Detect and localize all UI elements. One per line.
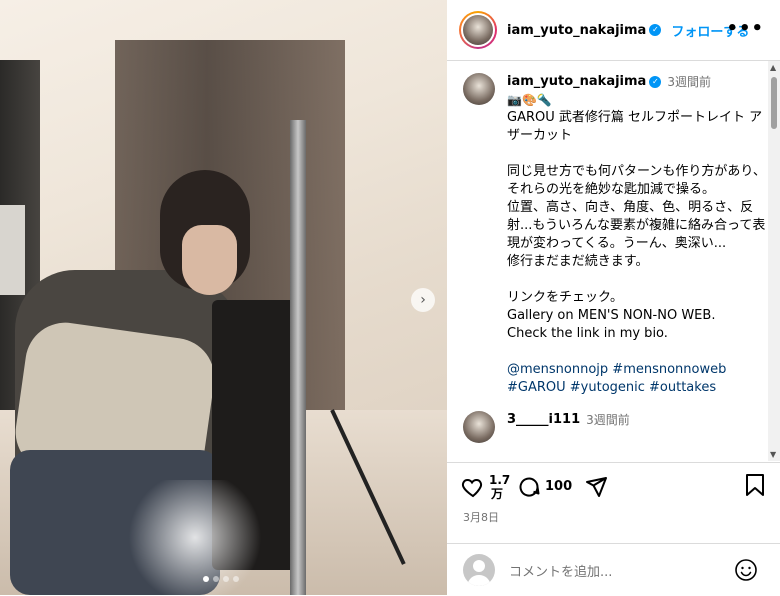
verified-badge-icon: ✓ <box>649 24 662 36</box>
carousel-dot <box>233 576 239 582</box>
like-count[interactable]: 1.7 万 <box>489 473 510 501</box>
rack-panel <box>0 205 25 295</box>
avatar[interactable] <box>463 411 495 443</box>
caption-username[interactable]: iam_yuto_nakajima <box>507 73 646 91</box>
caption-text: GAROU 武者修行篇 セルフポートレイト アザーカット 同じ見せ方でも何パター… <box>507 110 766 341</box>
carousel-dot <box>213 576 219 582</box>
carousel-indicator <box>203 576 239 582</box>
verified-badge-icon: ✓ <box>649 76 662 88</box>
avatar <box>463 15 493 45</box>
avatar[interactable] <box>463 73 495 105</box>
story-ring[interactable] <box>459 11 497 49</box>
post-image[interactable]: › <box>0 0 447 595</box>
add-comment-bar: コメントを追加... <box>447 543 780 596</box>
comments-section[interactable]: iam_yuto_nakajima ✓ 3週間前 📷🎨🔦 GAROU 武者修行篇… <box>447 61 780 461</box>
comments-scrollbar[interactable]: ▲ ▼ <box>768 61 780 461</box>
next-slide-button[interactable]: › <box>411 288 435 312</box>
post-date[interactable]: 3月8日 <box>447 501 780 525</box>
comment-item: 3_____i111 3週間前 <box>447 397 780 443</box>
current-user-avatar <box>463 554 495 586</box>
comment-time[interactable]: 3週間前 <box>586 411 630 429</box>
comment-input[interactable]: コメントを追加... <box>509 561 612 580</box>
carousel-dot <box>223 576 229 582</box>
person-face <box>182 225 237 295</box>
light-stand <box>290 120 306 595</box>
scrollbar-thumb[interactable] <box>771 77 777 129</box>
scroll-down-icon[interactable]: ▼ <box>770 450 776 459</box>
bookmark-icon[interactable] <box>744 473 766 497</box>
emoji-icon[interactable] <box>734 558 758 582</box>
comment-count: 100 <box>545 479 573 494</box>
caption-hashtags[interactable]: @mensnonnojp #mensnonnoweb #GAROU #yutog… <box>507 361 767 397</box>
post-header: iam_yuto_nakajima ✓ フォローする ••• <box>447 0 780 61</box>
action-bar: 1.7 万 100 3月8日 <box>447 462 780 543</box>
caption-time[interactable]: 3週間前 <box>667 73 711 91</box>
post-sidebar: iam_yuto_nakajima ✓ フォローする ••• iam_yuto_… <box>447 0 780 595</box>
username-link[interactable]: iam_yuto_nakajima <box>507 23 646 38</box>
carousel-dot <box>203 576 209 582</box>
caption-emoji: 📷🎨🔦 <box>507 93 552 107</box>
light-flare <box>120 480 270 595</box>
heart-icon[interactable] <box>461 475 485 499</box>
chevron-right-icon: › <box>420 292 426 308</box>
share-icon[interactable] <box>584 475 608 499</box>
comment-icon[interactable] <box>517 475 541 499</box>
user-silhouette-icon <box>467 560 491 586</box>
scroll-up-icon[interactable]: ▲ <box>770 63 776 72</box>
caption: iam_yuto_nakajima ✓ 3週間前 📷🎨🔦 GAROU 武者修行篇… <box>447 61 780 397</box>
more-options-icon[interactable]: ••• <box>726 18 764 39</box>
comment-username[interactable]: 3_____i111 <box>507 411 580 429</box>
